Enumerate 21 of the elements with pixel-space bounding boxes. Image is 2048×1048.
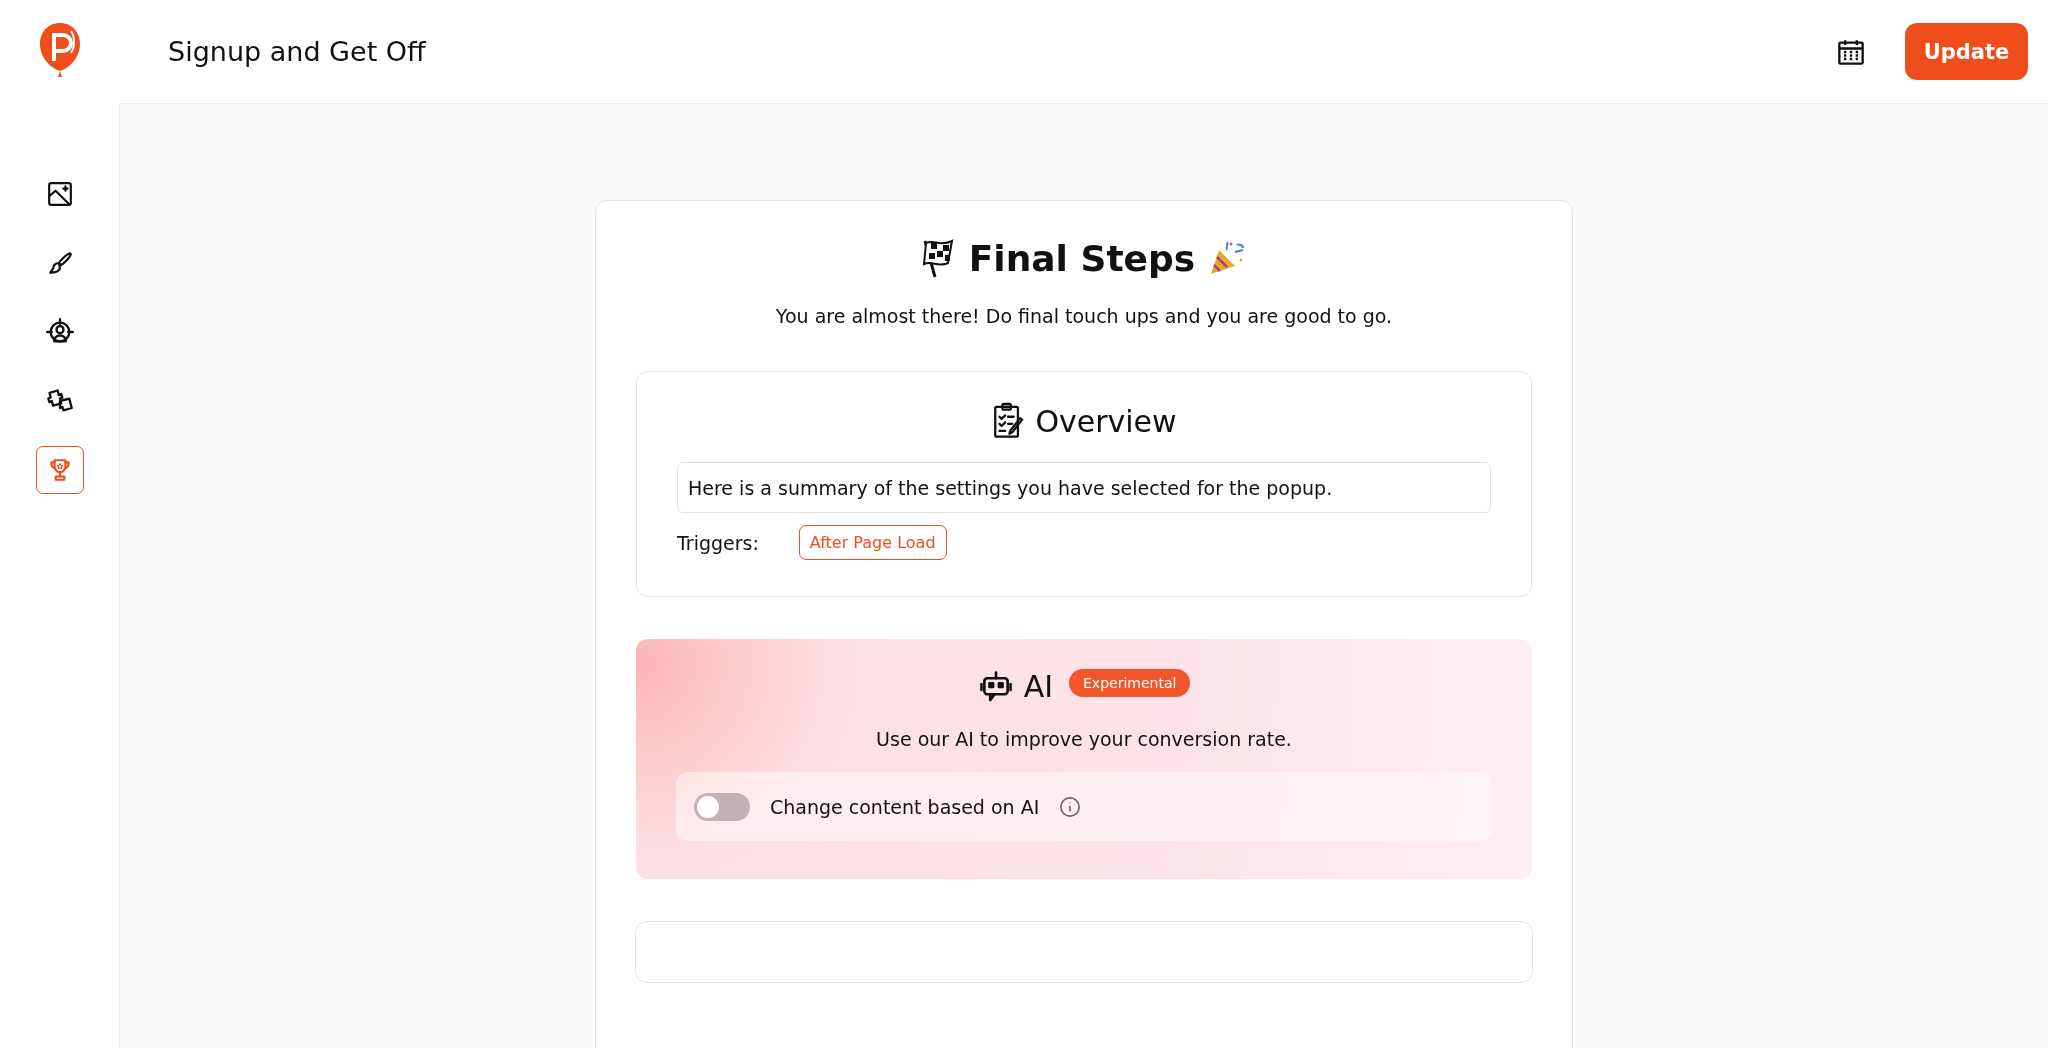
steps-heading: Final Steps (968, 237, 1196, 279)
puzzle-icon (45, 387, 74, 415)
brush-icon (46, 250, 73, 276)
ai-toggle[interactable] (694, 792, 750, 821)
summary-field[interactable]: Here is a summary of the settings you have selected for the popup. (677, 462, 1491, 513)
toggle-label: Change content based on AI (770, 795, 1040, 818)
image-icon (46, 181, 73, 207)
ai-description: Use our AI to improve your conversion rate. (876, 728, 1292, 750)
info-icon[interactable] (1059, 795, 1082, 818)
page-title: Signup and Get Off (168, 36, 427, 67)
robot-icon (977, 670, 1014, 703)
overview-title: Overview (1035, 403, 1177, 439)
experimental-badge: Experimental (1069, 669, 1191, 697)
ai-title: AI (1023, 669, 1053, 704)
triggers-label: Triggers: (677, 531, 759, 554)
update-button[interactable]: Update (1905, 23, 2028, 80)
trigger-tag: After Page Load (798, 525, 947, 560)
calendar-icon[interactable] (1837, 37, 1865, 66)
target-person-icon (45, 318, 74, 346)
clipboard-checklist-icon (991, 402, 1026, 440)
steps-subtitle: You are almost there! Do final touch ups and you are good to go. (775, 305, 1393, 327)
